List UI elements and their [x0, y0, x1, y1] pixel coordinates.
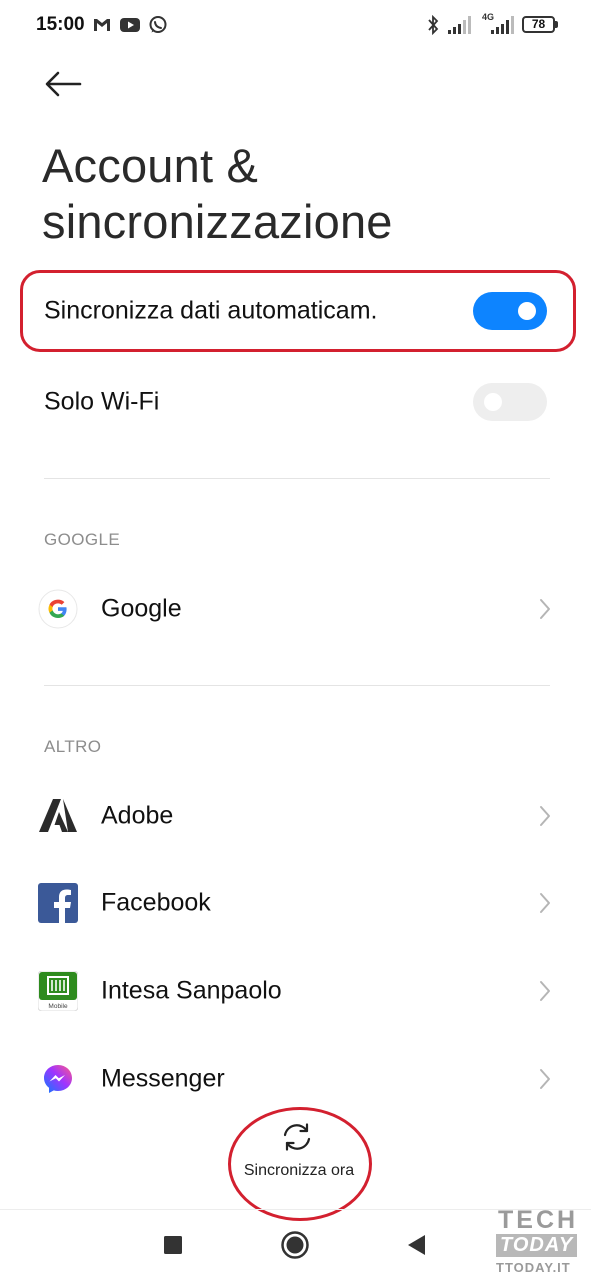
account-label-intesa-sanpaolo: Intesa Sanpaolo [101, 976, 282, 1005]
account-label-facebook: Facebook [101, 888, 211, 917]
auto-sync-label: Sincronizza dati automaticam. [44, 296, 378, 325]
sync-now-button[interactable]: Sincronizza ora [226, 1106, 372, 1222]
wifi-only-row[interactable]: Solo Wi-Fi [20, 361, 576, 443]
divider [44, 685, 550, 686]
back-triangle-icon [408, 1235, 425, 1255]
battery-tip [555, 21, 558, 28]
intesa-icon-caption: Mobile [48, 1003, 68, 1010]
chevron-right-icon [540, 1069, 550, 1089]
chevron-right-icon [540, 893, 550, 913]
techtoday-watermark: TECH TODAY TTODAY.IT [494, 1206, 586, 1276]
wifi-only-toggle[interactable] [473, 383, 547, 421]
messenger-icon [44, 1065, 72, 1093]
home-button[interactable] [278, 1228, 312, 1262]
auto-sync-row[interactable]: Sincronizza dati automaticam. [20, 270, 576, 352]
back-button[interactable] [40, 64, 88, 104]
battery-indicator: 78 [522, 16, 555, 33]
account-item-intesa-sanpaolo[interactable]: Mobile Intesa Sanpaolo [0, 951, 591, 1031]
watermark-today: TODAY [496, 1234, 578, 1257]
account-label-adobe: Adobe [101, 801, 174, 830]
sync-icon [283, 1123, 311, 1151]
toggle-knob [484, 393, 502, 411]
recents-square-icon [164, 1236, 182, 1254]
auto-sync-toggle[interactable] [473, 292, 547, 330]
section-header-altro: ALTRO [44, 737, 102, 756]
sync-now-label: Sincronizza ora [243, 1162, 355, 1179]
facebook-icon [38, 883, 78, 923]
home-circle-icon [281, 1231, 309, 1259]
youtube-icon [120, 18, 140, 32]
gmail-icon [94, 19, 110, 31]
adobe-icon [39, 799, 77, 832]
wifi-only-label: Solo Wi-Fi [44, 387, 160, 416]
chevron-right-icon [540, 981, 550, 1001]
watermark-tech: TECH [498, 1206, 579, 1234]
signal-icon-2 [491, 16, 514, 34]
section-header-google: GOOGLE [44, 530, 121, 549]
intesa-sanpaolo-icon: Mobile [38, 971, 78, 1011]
google-icon [38, 589, 78, 629]
nav-back-button[interactable] [400, 1228, 434, 1262]
account-item-adobe[interactable]: Adobe [0, 776, 591, 856]
account-label-messenger: Messenger [101, 1064, 225, 1093]
chevron-right-icon [540, 599, 550, 619]
account-label-google: Google [101, 594, 182, 623]
toggle-knob [518, 302, 536, 320]
signal-icon [448, 16, 471, 34]
arrow-left-icon [45, 71, 82, 97]
page-title: Account & sincronizzazione [42, 139, 393, 248]
watermark-site: TTODAY.IT [496, 1260, 571, 1275]
recents-button[interactable] [156, 1228, 190, 1262]
bluetooth-icon [428, 15, 439, 35]
battery-level: 78 [531, 17, 546, 31]
account-item-google[interactable]: Google [0, 569, 591, 649]
divider [44, 478, 550, 479]
account-item-facebook[interactable]: Facebook [0, 863, 591, 943]
status-bar: 15:00 4G 78 [0, 0, 591, 50]
whatsapp-icon [149, 16, 167, 33]
chevron-right-icon [540, 806, 550, 826]
status-time: 15:00 [36, 14, 85, 35]
